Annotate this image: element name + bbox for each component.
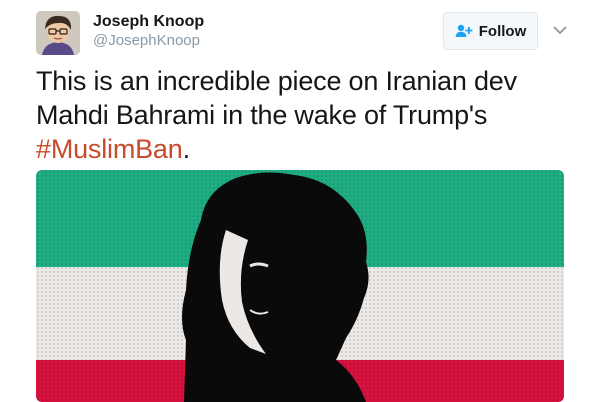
hashtag-link[interactable]: #MuslimBan [36,134,183,164]
portrait-silhouette [182,172,369,402]
avatar-illustration [36,11,80,55]
follow-label: Follow [478,22,527,40]
follow-button[interactable]: Follow [443,12,538,50]
add-person-icon [455,24,473,37]
media-illustration [36,170,564,402]
tweet-text-trailing: . [182,134,191,164]
tweet-text-line2: Mahdi Bahrami in the wake of Trump's [36,100,488,130]
tweet: Joseph Knoop @JosephKnoop Follow This is… [0,0,600,402]
chevron-down-icon [553,25,567,34]
tweet-text-line1: This is an incredible piece on Iranian d… [36,66,517,96]
tweet-menu-button[interactable] [549,20,571,40]
user-handle[interactable]: @JosephKnoop [93,32,200,49]
tweet-text: This is an incredible piece on Iranian d… [36,64,576,166]
avatar[interactable] [36,11,80,55]
display-name[interactable]: Joseph Knoop [93,13,204,31]
tweet-media-image[interactable] [36,170,564,402]
